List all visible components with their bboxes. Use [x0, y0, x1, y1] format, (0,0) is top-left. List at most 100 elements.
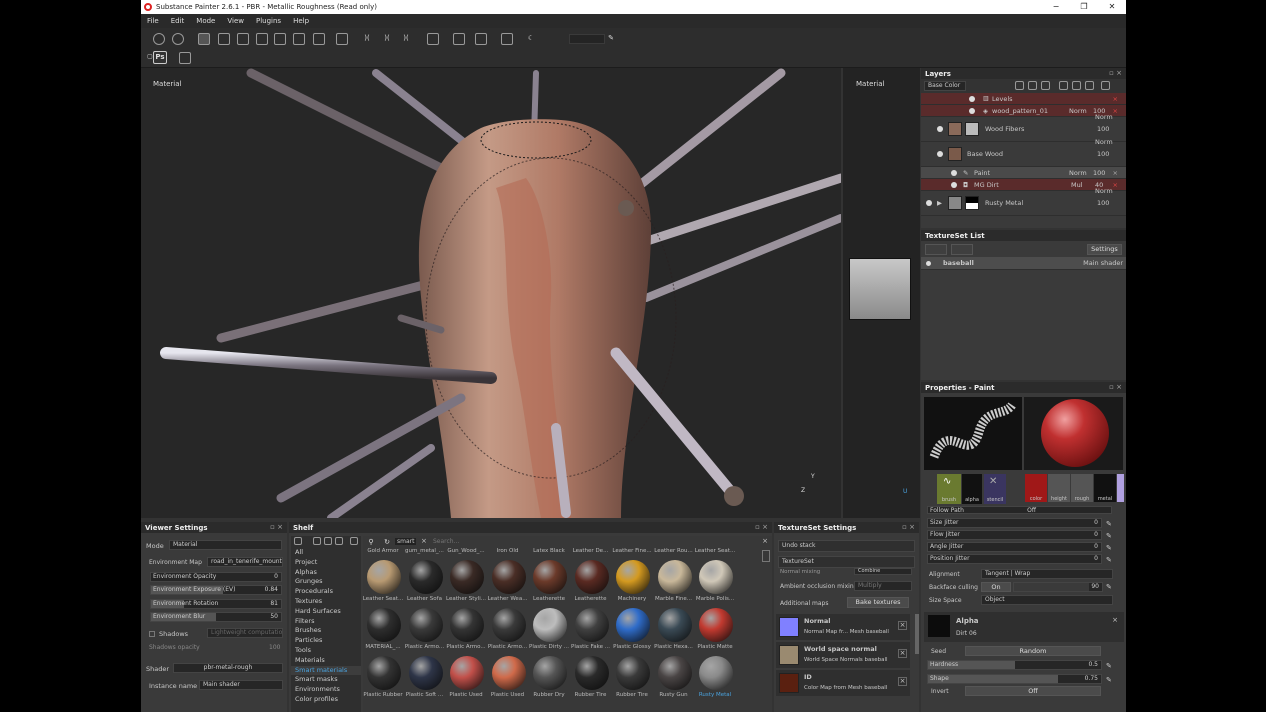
shelf-category-item[interactable]: Tools [291, 646, 361, 656]
material-thumbnail[interactable] [616, 560, 650, 594]
material-thumbnail[interactable] [616, 656, 650, 690]
material-label[interactable]: Leather Rou... [652, 548, 696, 554]
close-button[interactable]: ✕ [1098, 0, 1126, 14]
shelf-category-item[interactable]: Particles [291, 636, 361, 646]
photoshop-export-button[interactable]: Ps [153, 51, 167, 64]
seed-random-button[interactable]: Random [965, 646, 1101, 656]
textureset-mode-button-2[interactable] [951, 244, 973, 255]
visibility-eye-icon[interactable] [937, 126, 943, 132]
env-rotation-slider[interactable]: Environment Rotation 81 [150, 599, 282, 609]
edit-icon[interactable]: ✎ [1106, 583, 1112, 591]
channel-more[interactable] [1117, 474, 1124, 502]
remove-map-icon[interactable]: × [898, 677, 907, 686]
material-label[interactable]: Leather De... [569, 548, 613, 554]
material-sphere-icon[interactable] [153, 33, 165, 45]
brush-slot[interactable]: ∿ brush [937, 474, 961, 504]
layer-row-base-wood[interactable]: Base Wood Norm 100 [921, 138, 1126, 167]
remove-effect-icon[interactable]: × [1113, 93, 1118, 105]
material-thumbnail[interactable] [574, 608, 609, 642]
material-thumbnail[interactable] [616, 608, 650, 642]
remove-map-icon[interactable]: × [898, 621, 907, 630]
envmap-field[interactable]: road_in_tenerife_mount [207, 557, 283, 567]
menu-help[interactable]: Help [287, 17, 315, 25]
shape-slider[interactable]: Shape 0.75 [927, 674, 1102, 684]
shadows-computation-field[interactable]: Lightweight computation [207, 628, 283, 638]
folder-expand-icon[interactable]: ▶ [937, 191, 942, 216]
channel-height[interactable]: height [1048, 474, 1070, 502]
export-textures-icon[interactable] [179, 52, 191, 64]
visibility-eye-icon[interactable] [926, 200, 932, 206]
close-search-icon[interactable]: × [762, 537, 768, 545]
angle-jitter-slider[interactable]: Angle Jitter 0 [927, 542, 1102, 552]
add-effect-icon[interactable] [1059, 81, 1068, 90]
opacity-value[interactable]: 100 [1097, 123, 1109, 135]
shader-dropdown[interactable]: pbr-metal-rough [173, 663, 283, 673]
shelf-category-item[interactable]: Color profiles [291, 695, 361, 705]
shelf-category-item[interactable]: Smart materials [291, 665, 361, 676]
backface-angle-slider[interactable]: 90 [1013, 582, 1103, 592]
alpha-thumbnail[interactable] [928, 615, 950, 637]
edit-icon[interactable]: ✎ [1106, 556, 1112, 564]
material-thumbnail[interactable] [491, 560, 526, 594]
additional-map-slot[interactable]: ID Color Map from Mesh baseball × [776, 670, 910, 696]
material-thumbnail[interactable] [699, 560, 733, 594]
remove-effect-icon[interactable]: × [1113, 179, 1118, 191]
env-opacity-slider[interactable]: Environment Opacity 0 [150, 572, 282, 582]
filter-icon[interactable]: ⚲ [367, 537, 375, 546]
polygon-fill-tool-icon[interactable] [256, 33, 268, 45]
edit-icon[interactable]: ✎ [1106, 676, 1112, 684]
visibility-eye-icon[interactable] [926, 261, 931, 266]
shelf-category-item[interactable]: Smart masks [291, 675, 361, 685]
add-folder-icon[interactable] [1072, 81, 1081, 90]
material-thumbnail[interactable] [533, 608, 567, 642]
material-thumbnail[interactable] [533, 560, 567, 594]
mode-dropdown[interactable]: Material [169, 540, 282, 550]
visibility-eye-icon[interactable] [969, 108, 975, 114]
eraser-tool-icon[interactable] [218, 33, 230, 45]
pen-tool-icon[interactable] [336, 33, 348, 45]
refresh-icon[interactable]: ↻ [383, 537, 391, 546]
hardness-slider[interactable]: Hardness 0.5 [927, 660, 1102, 670]
invert-toggle[interactable]: Off [965, 686, 1101, 696]
textureset-item-baseball[interactable]: baseball Main shader [921, 257, 1126, 270]
scrollbar-thumb[interactable] [915, 614, 919, 654]
material-label[interactable]: Gun_Wood_... [444, 548, 488, 554]
shelf-category-item[interactable]: Hard Surfaces [291, 607, 361, 617]
edit-icon[interactable]: ✎ [1106, 544, 1112, 552]
position-jitter-slider[interactable]: Position Jitter 0 [927, 554, 1102, 564]
material-thumbnail[interactable] [657, 656, 692, 690]
material-thumbnail[interactable] [657, 560, 692, 594]
menu-edit[interactable]: Edit [165, 17, 191, 25]
shelf-category-item[interactable]: Procedurals [291, 587, 361, 597]
channel-metal[interactable]: metal [1094, 474, 1116, 502]
moon-icon[interactable]: ☾ [525, 33, 537, 45]
alignment-dropdown[interactable]: Tangent | Wrap [981, 569, 1113, 579]
maximize-button[interactable]: ❐ [1070, 0, 1098, 14]
screenshot-icon[interactable] [453, 33, 465, 45]
env-exposure-slider[interactable]: Environment Exposure (EV) 0.84 [150, 585, 282, 595]
textureset-shader[interactable]: Main shader [1083, 257, 1123, 270]
shelf-category-item[interactable]: Materials [291, 656, 361, 666]
blend-mode[interactable]: Norm [1095, 136, 1113, 148]
material-thumbnail[interactable] [408, 608, 443, 642]
follow-path-field[interactable]: Follow Path Off [927, 506, 1112, 514]
opacity-value[interactable]: 100 [1093, 167, 1105, 179]
additional-map-slot[interactable]: World space normal World Space Normals ba… [776, 642, 910, 668]
filter-tag-smart[interactable]: smart [395, 538, 417, 545]
material-label[interactable]: Latex Black [527, 548, 571, 554]
stencil-slot[interactable]: ✕ stencil [984, 474, 1006, 504]
edit-icon[interactable]: ✎ [1106, 532, 1112, 540]
size-space-dropdown[interactable]: Object [981, 595, 1113, 605]
add-layer-icon[interactable] [1028, 81, 1037, 90]
smudge-tool-icon[interactable] [274, 33, 286, 45]
sort-icon[interactable] [350, 537, 358, 545]
blend-mode[interactable]: Norm [1069, 167, 1087, 179]
material-thumbnail[interactable] [367, 656, 401, 690]
channel-rough[interactable]: rough [1071, 474, 1093, 502]
env-blur-slider[interactable]: Environment Blur 50 [150, 612, 282, 622]
shelf-category-item[interactable]: Textures [291, 597, 361, 607]
symmetry-y-icon[interactable]: )( [400, 33, 412, 45]
settings-gear-icon[interactable] [172, 33, 184, 45]
visibility-eye-icon[interactable] [951, 182, 957, 188]
channel-color[interactable]: color [1025, 474, 1047, 502]
